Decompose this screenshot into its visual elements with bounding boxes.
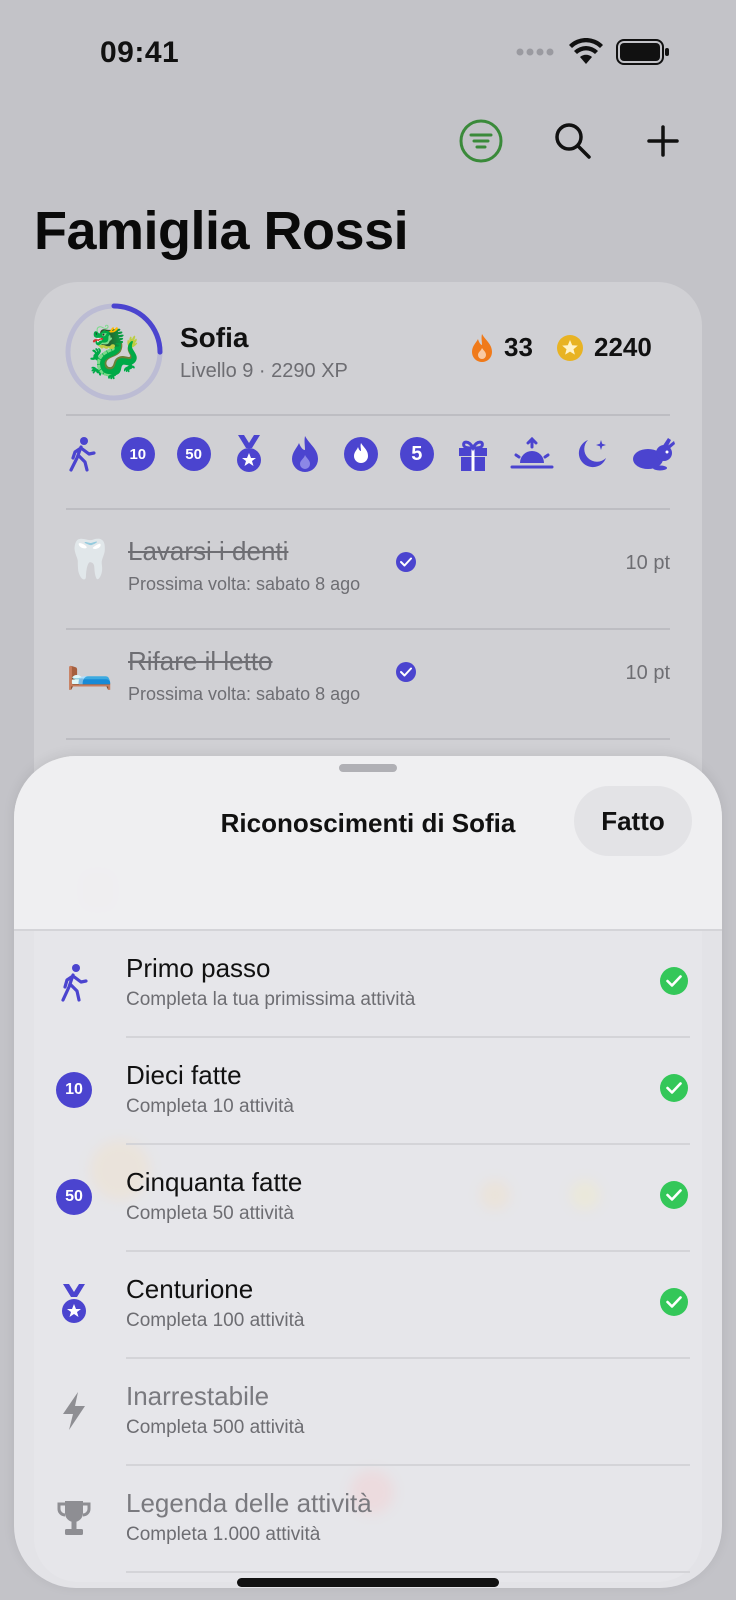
points-count: 2240 bbox=[594, 332, 652, 362]
achievement-title: Legenda delle attività bbox=[126, 1488, 372, 1518]
coin-star-icon bbox=[557, 334, 583, 361]
divider bbox=[126, 1571, 690, 1573]
badge-50-icon[interactable]: 50 bbox=[176, 436, 212, 472]
add-button[interactable] bbox=[632, 110, 694, 172]
divider bbox=[66, 738, 670, 740]
walking-icon[interactable] bbox=[64, 436, 100, 472]
home-indicator[interactable] bbox=[237, 1578, 499, 1587]
achievement-description: Completa 100 attività bbox=[126, 1310, 305, 1331]
cellular-icon bbox=[516, 48, 554, 56]
badge-50-icon: 50 bbox=[54, 1177, 94, 1217]
search-icon bbox=[555, 123, 591, 159]
trophy-icon bbox=[54, 1498, 94, 1538]
flame-badge-icon[interactable] bbox=[287, 436, 323, 472]
filter-button[interactable] bbox=[450, 110, 512, 172]
earned-check-icon bbox=[660, 1288, 688, 1316]
achievements-sheet: Riconoscimenti di Sofia Fatto Primo pass… bbox=[14, 756, 722, 1588]
achievement-title: Centurione bbox=[126, 1274, 254, 1304]
status-time: 09:41 bbox=[100, 36, 180, 69]
earned-check-icon bbox=[660, 1181, 688, 1209]
achievement-row[interactable]: Inarrestabile Completa 500 attività bbox=[14, 1359, 722, 1466]
toolbar bbox=[420, 110, 700, 172]
plus-icon bbox=[647, 125, 679, 157]
page-title: Famiglia Rossi bbox=[34, 201, 409, 261]
rabbit-icon[interactable] bbox=[630, 436, 676, 472]
search-button[interactable] bbox=[542, 110, 604, 172]
achievement-description: Completa la tua primissima attività bbox=[126, 989, 416, 1010]
achievement-description: Completa 1.000 attività bbox=[126, 1524, 321, 1545]
done-button[interactable]: Fatto bbox=[574, 786, 692, 856]
profile-name: Sofia bbox=[180, 322, 249, 353]
filter-icon bbox=[459, 119, 503, 163]
completed-check-icon bbox=[396, 552, 416, 572]
task-next-date: Prossima volta: sabato 8 ago bbox=[128, 574, 361, 594]
walking-icon bbox=[54, 963, 94, 1003]
badge-row: 10 50 5 bbox=[64, 432, 676, 476]
badge-10-icon[interactable]: 10 bbox=[120, 436, 156, 472]
achievement-row[interactable]: 10 Dieci fatte Completa 10 attività bbox=[14, 1038, 722, 1145]
achievement-title: Dieci fatte bbox=[126, 1060, 242, 1090]
completed-check-icon bbox=[396, 662, 416, 682]
achievement-description: Completa 500 attività bbox=[126, 1417, 305, 1438]
gift-icon[interactable] bbox=[455, 436, 491, 472]
achievement-row[interactable]: Centurione Completa 100 attività bbox=[14, 1252, 722, 1359]
streak-count: 33 bbox=[504, 332, 533, 362]
flame-icon bbox=[472, 333, 492, 362]
battery-icon bbox=[616, 39, 669, 65]
tooth-icon: 🦷 bbox=[66, 539, 114, 581]
streak-stat: 33 bbox=[470, 332, 533, 363]
points-stat: 2240 bbox=[556, 332, 652, 363]
status-icons bbox=[516, 38, 670, 66]
avatar[interactable]: 🐉 bbox=[64, 302, 164, 402]
divider bbox=[66, 508, 670, 510]
moon-stars-icon[interactable] bbox=[574, 436, 610, 472]
task-title: Lavarsi i denti bbox=[128, 536, 289, 566]
achievement-description: Completa 10 attività bbox=[126, 1096, 294, 1117]
status-bar: 09:41 bbox=[0, 0, 736, 100]
task-title: Rifare il letto bbox=[128, 646, 273, 676]
task-points: 10 pt bbox=[625, 552, 670, 574]
badge-10-icon: 10 bbox=[54, 1070, 94, 1110]
achievement-title: Primo passo bbox=[126, 953, 271, 983]
flame-circle-icon[interactable] bbox=[343, 436, 379, 472]
sunrise-icon[interactable] bbox=[510, 436, 554, 472]
bolt-icon bbox=[54, 1391, 94, 1431]
dragon-avatar-icon: 🐉 bbox=[82, 323, 146, 380]
achievement-title: Cinquanta fatte bbox=[126, 1167, 303, 1197]
achievement-row[interactable]: Legenda delle attività Completa 1.000 at… bbox=[14, 1466, 722, 1573]
task-row[interactable]: 🦷 Lavarsi i denti Prossima volta: sabato… bbox=[66, 514, 670, 614]
task-points: 10 pt bbox=[625, 662, 670, 684]
bed-icon: 🛏️ bbox=[66, 649, 114, 691]
sheet-grabber[interactable] bbox=[339, 764, 397, 772]
badge-5-icon[interactable]: 5 bbox=[399, 436, 435, 472]
earned-check-icon bbox=[660, 1074, 688, 1102]
earned-check-icon bbox=[660, 967, 688, 995]
profile-level: Livello 9 · 2290 XP bbox=[180, 360, 348, 382]
wifi-icon bbox=[569, 38, 603, 64]
task-row[interactable]: 🛏️ Rifare il letto Prossima volta: sabat… bbox=[66, 624, 670, 724]
task-next-date: Prossima volta: sabato 8 ago bbox=[128, 684, 361, 704]
achievement-row[interactable]: 50 Cinquanta fatte Completa 50 attività bbox=[14, 1145, 722, 1252]
medal-icon[interactable] bbox=[231, 435, 267, 472]
achievement-title: Inarrestabile bbox=[126, 1381, 270, 1411]
medal-icon bbox=[54, 1284, 94, 1324]
achievement-description: Completa 50 attività bbox=[126, 1203, 294, 1224]
achievement-row[interactable]: Primo passo Completa la tua primissima a… bbox=[14, 931, 722, 1038]
divider bbox=[66, 414, 670, 416]
